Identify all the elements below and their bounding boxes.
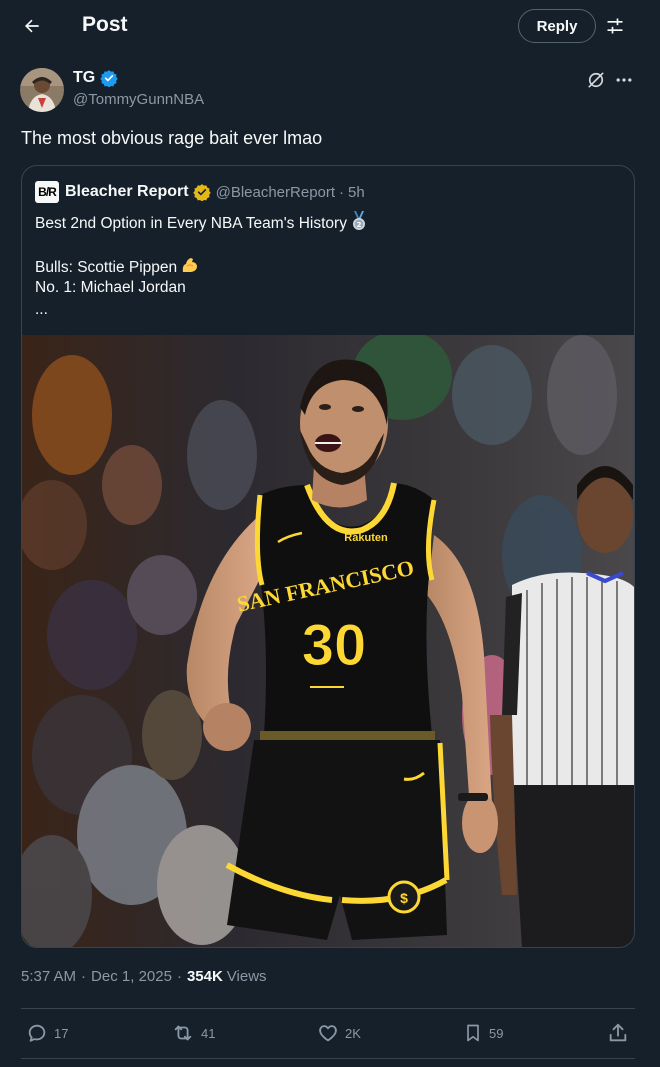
bookmark-action[interactable]: 59 [463, 1021, 503, 1045]
author-name[interactable]: TG [73, 69, 118, 87]
divider [21, 1058, 635, 1059]
quoted-text-line: Best 2nd Option in Every NBA Team's Hist… [35, 211, 368, 233]
repost-count: 41 [201, 1025, 216, 1041]
quoted-text-line: No. 1: Michael Jordan [35, 279, 186, 296]
grok-icon [588, 72, 604, 88]
quoted-text-line: Bulls: Scottie Pippen [35, 255, 368, 277]
quoted-post-header: B/R Bleacher Report @BleacherReport · 5h [35, 181, 365, 203]
reply-action[interactable]: 17 [26, 1021, 68, 1045]
quoted-post[interactable]: B/R Bleacher Report @BleacherReport · 5h… [21, 165, 635, 948]
bookmark-icon [467, 1024, 479, 1042]
quoted-post-text: Best 2nd Option in Every NBA Team's Hist… [35, 211, 368, 321]
quoted-author-handle[interactable]: @BleacherReport [216, 184, 335, 201]
reply-button[interactable]: Reply [518, 9, 596, 43]
filter-button[interactable] [600, 10, 630, 42]
separator-dot: · [81, 968, 87, 985]
svg-text:2: 2 [357, 221, 362, 229]
back-button[interactable] [14, 8, 50, 44]
verified-badge-icon [100, 69, 118, 87]
gold-verified-badge-icon [192, 183, 211, 201]
post-text: The most obvious rage bait ever lmao [21, 128, 323, 148]
more-button[interactable] [612, 68, 636, 92]
bookmark-count: 59 [489, 1025, 504, 1041]
share-action[interactable] [607, 1021, 629, 1045]
separator-dot: · [339, 183, 345, 201]
author-name-label: TG [73, 69, 96, 86]
author-handle[interactable]: @TommyGunnNBA [73, 91, 204, 108]
quoted-post-image[interactable]: Rakuten SAN FRANCISCO 30 $ [22, 335, 634, 947]
back-arrow-icon [25, 19, 39, 33]
repost-action[interactable]: 41 [171, 1021, 215, 1045]
quoted-text-line [35, 233, 368, 255]
silver-medal-emoji: 2 [350, 211, 368, 238]
bleacher-report-avatar[interactable]: B/R [35, 181, 59, 203]
jersey-number-text: 30 [302, 613, 367, 678]
page-title: Post [82, 13, 128, 36]
quoted-text-line: ... [35, 301, 48, 318]
reply-count: 17 [54, 1025, 69, 1041]
avatar[interactable] [20, 68, 64, 112]
repost-icon [174, 1025, 192, 1041]
like-count: 2K [345, 1025, 361, 1041]
views-count[interactable]: 354K [187, 968, 223, 985]
jersey-sponsor-text: Rakuten [344, 532, 388, 544]
like-icon [319, 1025, 337, 1042]
more-icon [616, 78, 632, 82]
grok-button[interactable] [584, 68, 608, 92]
quoted-author-name[interactable]: Bleacher Report [65, 183, 189, 201]
filter-sliders-icon [607, 18, 623, 34]
top-bar: Post Reply [0, 0, 660, 52]
svg-text:$: $ [400, 890, 408, 906]
separator-dot: · [176, 968, 182, 985]
action-bar: 17 41 2K 59 [21, 1008, 635, 1058]
post-date[interactable]: Dec 1, 2025 [91, 968, 172, 985]
share-icon [609, 1023, 627, 1042]
post-time[interactable]: 5:37 AM [21, 968, 76, 985]
quoted-timestamp[interactable]: 5h [348, 184, 365, 201]
reply-icon [28, 1024, 46, 1042]
post-metadata: 5:37 AM · Dec 1, 2025 · 354K Views [21, 968, 267, 985]
views-label: Views [226, 968, 267, 985]
like-action[interactable]: 2K [317, 1021, 361, 1045]
